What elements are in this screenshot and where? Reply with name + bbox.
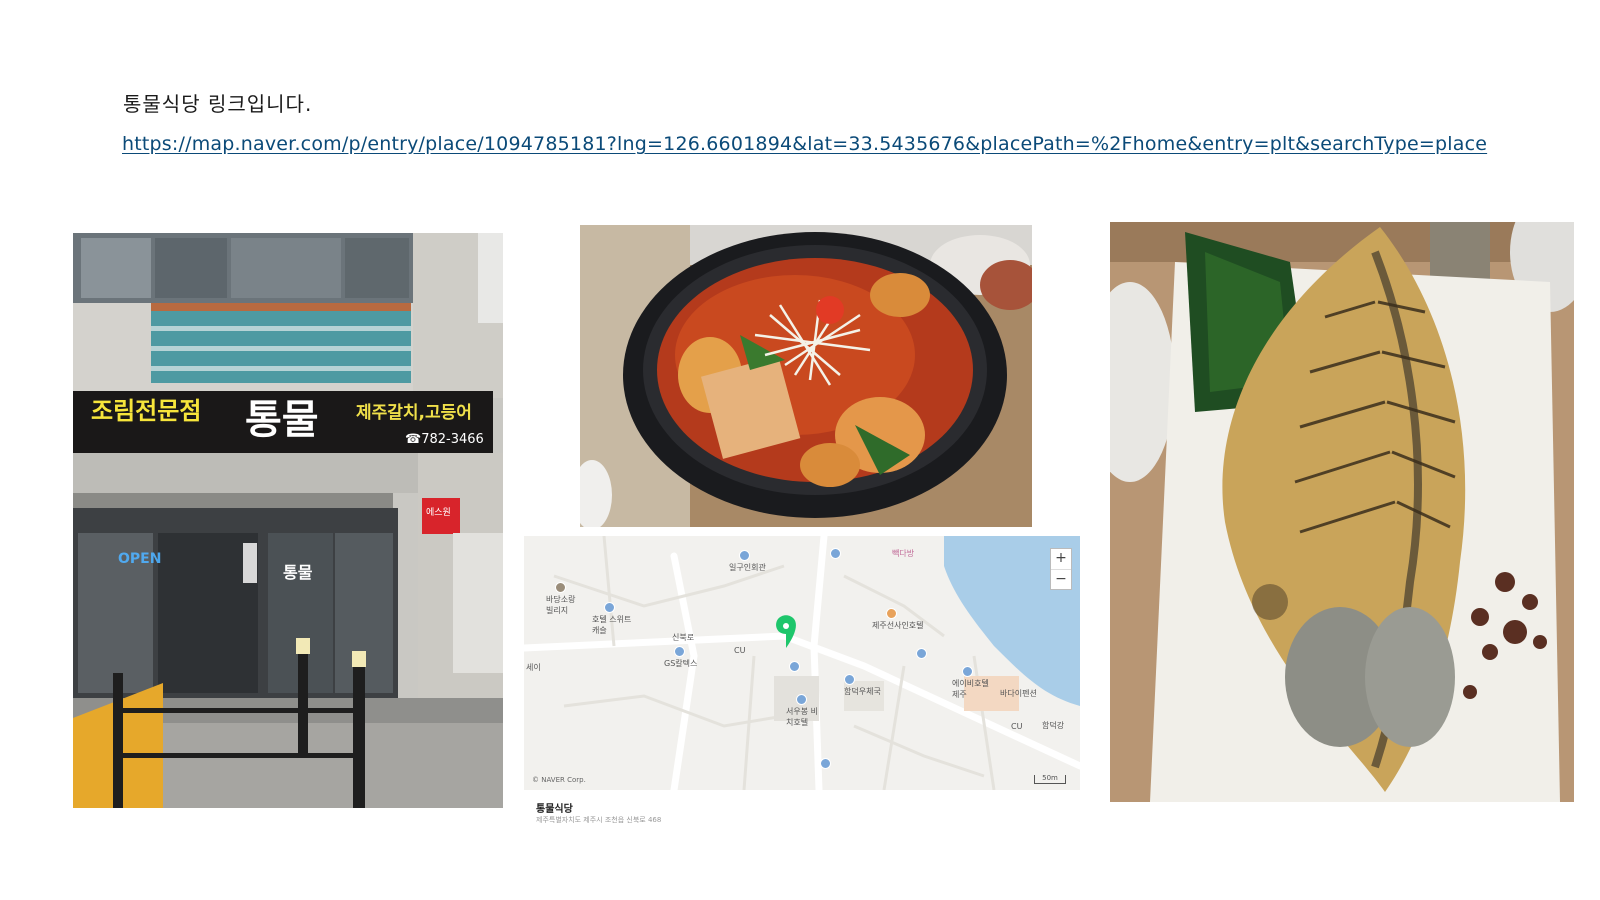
map-label: 에이비호텔 제주: [952, 679, 989, 699]
zoom-in-button[interactable]: +: [1051, 549, 1071, 569]
map-label: 신북로: [672, 633, 695, 642]
poi-marker[interactable]: [820, 758, 831, 769]
sign-left-text: 조림전문점: [91, 397, 201, 425]
naver-map-link[interactable]: https://map.naver.com/p/entry/place/1094…: [122, 133, 1487, 155]
map-label: 세이: [526, 663, 541, 672]
map-label: 일구인회관: [729, 563, 766, 572]
map-label: GS칼텍스: [664, 659, 698, 668]
zoom-out-button[interactable]: −: [1051, 569, 1071, 590]
map-label: 빽다방: [892, 549, 915, 558]
poi-marker[interactable]: [674, 646, 685, 657]
map-label: 함덕우체국: [844, 687, 881, 696]
open-sign-text: OPEN: [118, 551, 161, 567]
poi-marker[interactable]: [962, 666, 973, 677]
map-label: CU: [734, 646, 746, 655]
poi-marker[interactable]: [886, 608, 897, 619]
sign-main-text: 통물: [245, 397, 319, 443]
intro-text: 통물식당 링크입니다.: [123, 92, 313, 116]
poi-marker[interactable]: [844, 674, 855, 685]
door-text: 통물: [283, 563, 313, 582]
poi-marker[interactable]: [796, 694, 807, 705]
security-sign-text: 에스원: [426, 507, 451, 518]
map-label: CU: [1011, 722, 1023, 731]
map-label: 함덕강: [1042, 721, 1065, 730]
poi-marker[interactable]: [916, 648, 927, 659]
grilled-mackerel-photo: [1110, 222, 1574, 802]
sign-right-text: 제주갈치,고등어: [356, 403, 472, 423]
map-scale-bar: 50m: [1034, 775, 1066, 784]
poi-marker[interactable]: [789, 661, 800, 672]
map-canvas[interactable]: 일구인회관 빽다방 바당소랑 빌리지 호텔 스위트캐슬 제주선사인호텔 신북로 …: [524, 536, 1080, 790]
place-address: 제주특별자치도 제주시 조천읍 신북로 468: [536, 816, 662, 824]
map-label: 제주선사인호텔: [872, 621, 924, 630]
map-label: 호텔 스위트캐슬: [592, 615, 632, 635]
sign-phone-text: ☎782-3466: [405, 432, 484, 447]
poi-marker[interactable]: [604, 602, 615, 613]
place-name[interactable]: 통물식당: [536, 800, 573, 815]
map-copyright: © NAVER Corp.: [532, 776, 586, 784]
poi-marker[interactable]: [830, 548, 841, 559]
map-label: 서우봉 비치호텔: [786, 707, 818, 727]
naver-map[interactable]: 일구인회관 빽다방 바당소랑 빌리지 호텔 스위트캐슬 제주선사인호텔 신북로 …: [524, 536, 1080, 826]
poi-marker[interactable]: [739, 550, 750, 561]
map-label: 바다이펜션: [1000, 689, 1037, 698]
storefront-photo: 조림전문점 통물 제주갈치,고등어 ☎782-3466 OPEN 통물 에스원: [73, 233, 503, 808]
poi-marker[interactable]: [555, 582, 566, 593]
map-label: 바당소랑 빌리지: [546, 595, 576, 615]
braised-stew-photo: [580, 225, 1032, 527]
map-zoom-control: + −: [1050, 548, 1072, 590]
